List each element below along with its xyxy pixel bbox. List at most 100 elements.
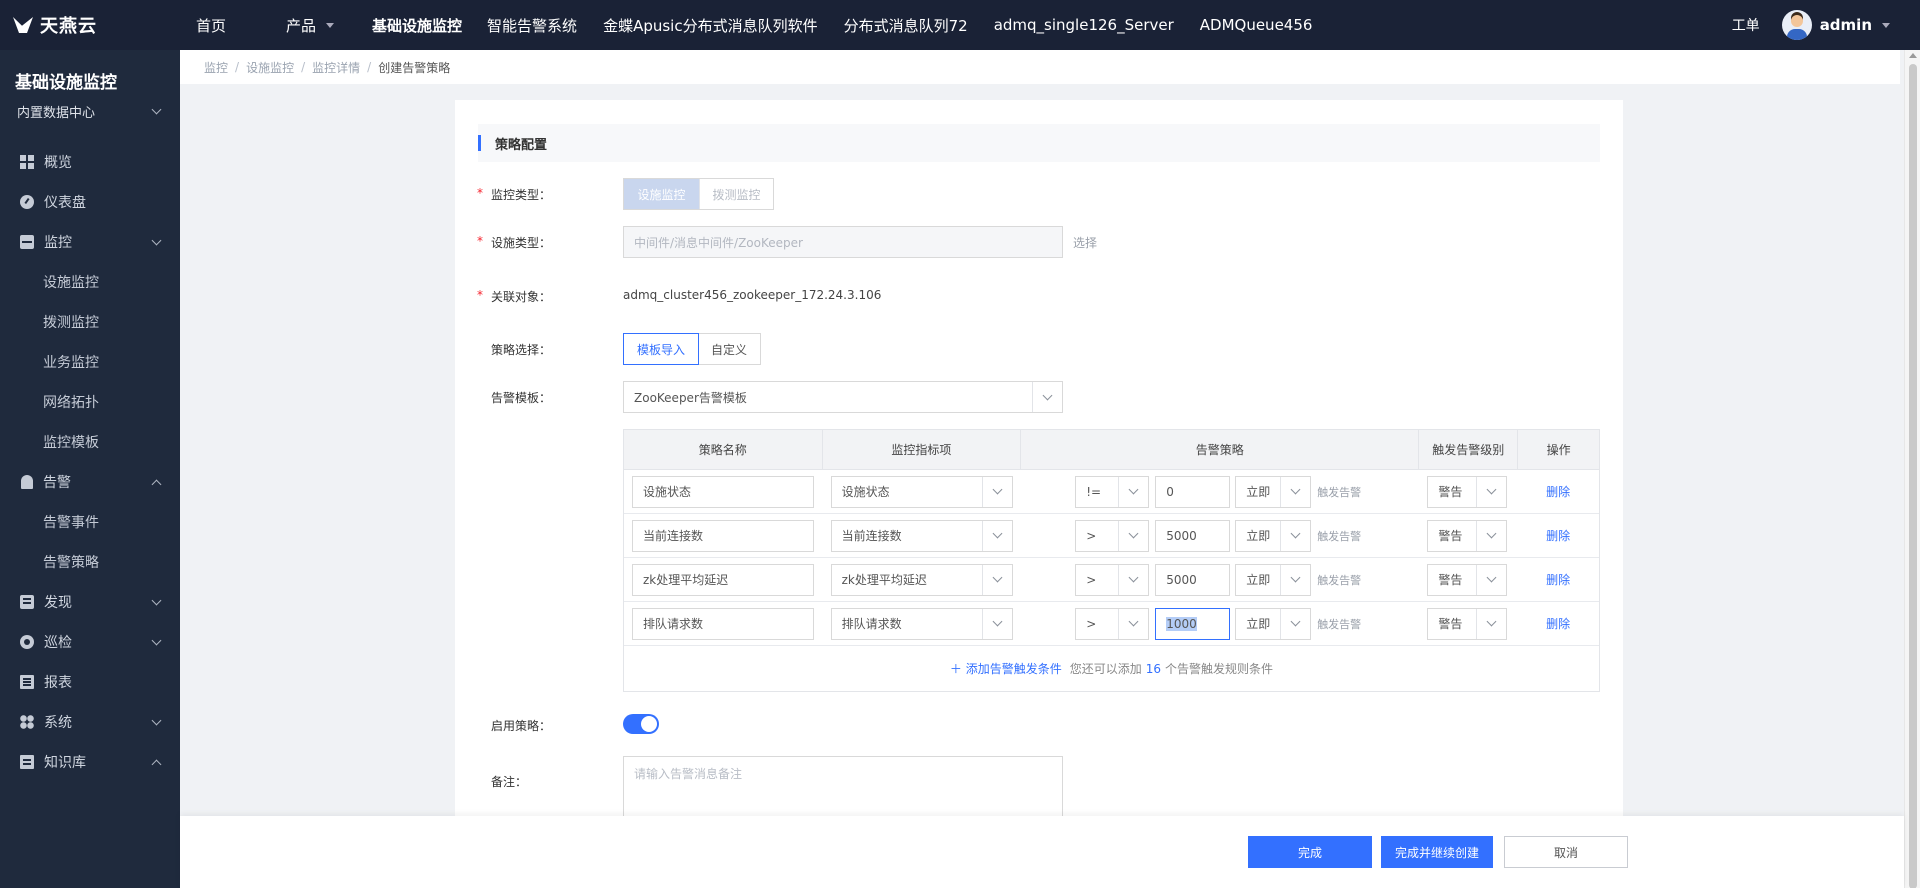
chevron-down-icon[interactable] <box>1118 520 1148 551</box>
scroll-up-icon[interactable] <box>1909 53 1917 58</box>
sidebar-item-knowledge-base[interactable]: 知识库 <box>0 742 180 782</box>
enable-policy-toggle[interactable] <box>623 714 659 734</box>
finish-continue-button[interactable]: 完成并继续创建 <box>1381 836 1493 868</box>
finish-button[interactable]: 完成 <box>1248 836 1372 868</box>
nav-mq72-label: 分布式消息队列72 <box>843 16 968 35</box>
level-select[interactable]: 警告 <box>1427 475 1508 508</box>
policy-name-input[interactable]: 设施状态 <box>632 475 814 508</box>
chevron-down-icon[interactable] <box>1476 476 1506 507</box>
chevron-down-icon[interactable] <box>1280 520 1310 551</box>
level-select[interactable]: 警告 <box>1427 607 1508 640</box>
scrollbar-thumb[interactable] <box>1909 64 1917 888</box>
delete-row-link[interactable]: 删除 <box>1518 615 1598 632</box>
timing-select[interactable]: 立即 <box>1235 519 1312 552</box>
chevron-down-icon[interactable] <box>1118 564 1148 595</box>
timing-select[interactable]: 立即 <box>1235 607 1312 640</box>
sidebar-item-network-topology[interactable]: 网络拓扑 <box>0 382 180 422</box>
metric-select[interactable]: 排队请求数 <box>830 607 1013 640</box>
operator-select[interactable]: > <box>1075 519 1150 552</box>
chevron-down-icon[interactable] <box>1882 22 1890 28</box>
threshold-input[interactable]: 5000 <box>1155 563 1231 596</box>
chevron-down-icon[interactable] <box>1032 382 1062 412</box>
metric-select[interactable]: 设施状态 <box>830 475 1013 508</box>
chevron-down-icon[interactable] <box>1280 476 1310 507</box>
chevron-down-icon <box>151 595 162 605</box>
chevron-down-icon[interactable] <box>1476 608 1506 639</box>
header-alert-level: 触发告警级别 <box>1419 430 1519 469</box>
ticket-link[interactable]: 工单 <box>1732 15 1760 35</box>
nav-admqueue456[interactable]: ADMQueue456 <box>1187 0 1326 50</box>
threshold-input[interactable]: 1000 <box>1155 607 1231 640</box>
sidebar-item-facility-monitor[interactable]: 设施监控 <box>0 262 180 302</box>
delete-row-link[interactable]: 删除 <box>1518 571 1598 588</box>
level-select[interactable]: 警告 <box>1427 519 1508 552</box>
breadcrumb-monitor[interactable]: 监控 <box>204 59 228 76</box>
sidebar-item-discover[interactable]: 发现 <box>0 582 180 622</box>
metric-select[interactable]: zk处理平均延迟 <box>830 563 1013 596</box>
sidebar-item-monitor-template[interactable]: 监控模板 <box>0 422 180 462</box>
timing-select[interactable]: 立即 <box>1235 475 1312 508</box>
chevron-down-icon[interactable] <box>1118 476 1148 507</box>
chevron-down-icon[interactable] <box>1280 608 1310 639</box>
sidebar-item-alert[interactable]: 告警 <box>0 462 180 502</box>
sidebar-item-alert-policy[interactable]: 告警策略 <box>0 542 180 582</box>
nav-products[interactable]: 产品 <box>242 0 350 50</box>
nav-home[interactable]: 首页 <box>180 0 242 50</box>
section-title: 策略配置 <box>495 137 548 153</box>
sidebar-item-probe-monitor[interactable]: 拨测监控 <box>0 302 180 342</box>
policy-name-input[interactable]: 排队请求数 <box>632 607 814 640</box>
sidebar-item-alert-events[interactable]: 告警事件 <box>0 502 180 542</box>
policy-name-input[interactable]: zk处理平均延迟 <box>632 563 814 596</box>
level-select[interactable]: 警告 <box>1427 563 1508 596</box>
sidebar-item-dashboard[interactable]: 仪表盘 <box>0 182 180 222</box>
timing-select[interactable]: 立即 <box>1235 563 1312 596</box>
cancel-button[interactable]: 取消 <box>1504 836 1628 868</box>
policy-name-input[interactable]: 当前连接数 <box>632 519 814 552</box>
chevron-up-icon <box>151 759 162 769</box>
sidebar-item-system[interactable]: 系统 <box>0 702 180 742</box>
chevron-down-icon[interactable] <box>981 520 1012 551</box>
nav-mq72[interactable]: 分布式消息队列72 <box>831 0 981 50</box>
nav-smart-alert[interactable]: 智能告警系统 <box>474 0 590 50</box>
operator-select[interactable]: > <box>1075 607 1150 640</box>
bottom-action-bar: 完成 完成并继续创建 取消 <box>180 816 1904 888</box>
strategy-template-import[interactable]: 模板导入 <box>623 333 699 365</box>
sidebar-item-report[interactable]: 报表 <box>0 662 180 702</box>
delete-row-link[interactable]: 删除 <box>1518 527 1598 544</box>
report-icon <box>20 675 34 689</box>
delete-row-link[interactable]: 删除 <box>1518 483 1598 500</box>
sidebar-item-patrol[interactable]: 巡检 <box>0 622 180 662</box>
vertical-scrollbar[interactable] <box>1904 50 1920 888</box>
strategy-custom[interactable]: 自定义 <box>698 334 760 364</box>
chevron-down-icon[interactable] <box>1280 564 1310 595</box>
nav-apusic[interactable]: 金蝶Apusic分布式消息队列软件 <box>590 0 831 50</box>
chevron-down-icon[interactable] <box>981 564 1012 595</box>
datacenter-select[interactable]: 内置数据中心 <box>0 96 180 126</box>
chevron-down-icon[interactable] <box>981 476 1012 507</box>
threshold-input[interactable]: 5000 <box>1155 519 1231 552</box>
threshold-input[interactable]: 0 <box>1155 475 1231 508</box>
breadcrumb-monitor-detail[interactable]: 监控详情 <box>312 59 360 76</box>
remark-textarea[interactable]: 请输入告警消息备注 <box>623 756 1063 820</box>
chevron-down-icon[interactable] <box>981 608 1012 639</box>
operator-select[interactable]: != <box>1075 475 1150 508</box>
chevron-down-icon[interactable] <box>1476 564 1506 595</box>
sidebar-item-business-monitor[interactable]: 业务监控 <box>0 342 180 382</box>
nav-infra-monitor[interactable]: 基础设施监控 <box>350 0 474 50</box>
avatar[interactable] <box>1781 10 1812 40</box>
sidebar-item-label: 告警 <box>43 475 71 491</box>
alert-template-select[interactable]: ZooKeeper告警模板 <box>623 381 1063 413</box>
sidebar-item-overview[interactable]: 概览 <box>0 142 180 182</box>
nav-admq-single[interactable]: admq_single126_Server <box>981 0 1187 50</box>
sidebar-item-monitor[interactable]: 监控 <box>0 222 180 262</box>
breadcrumb-facility-monitor[interactable]: 设施监控 <box>246 59 294 76</box>
operator-select[interactable]: > <box>1075 563 1150 596</box>
metric-select[interactable]: 当前连接数 <box>830 519 1013 552</box>
logo-text: 天燕云 <box>40 16 97 37</box>
logo[interactable]: 天燕云 <box>0 0 180 50</box>
add-trigger-condition-link[interactable]: ＋ 添加告警触发条件 <box>950 660 1062 677</box>
chevron-down-icon[interactable] <box>1476 520 1506 551</box>
facility-type-select-link[interactable]: 选择 <box>1073 234 1097 251</box>
user-name[interactable]: admin <box>1820 16 1872 34</box>
chevron-down-icon[interactable] <box>1118 608 1148 639</box>
